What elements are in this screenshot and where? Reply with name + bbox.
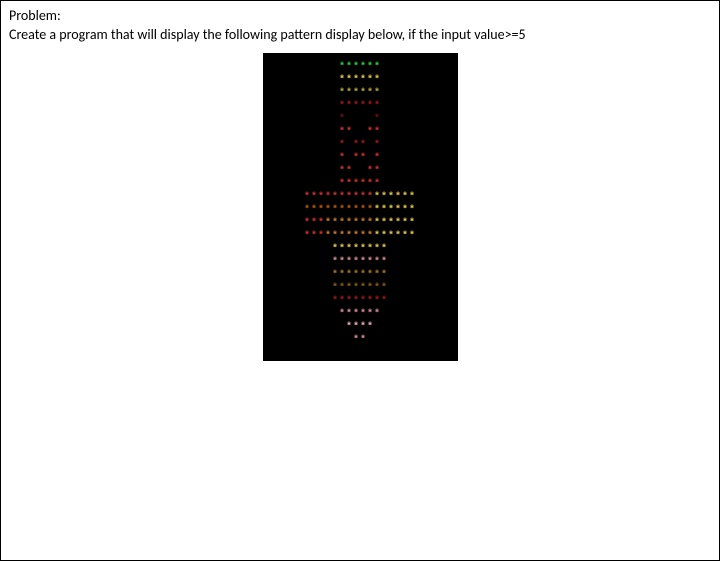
pattern-segment: ****** (339, 61, 381, 74)
pattern-row: ******** (263, 256, 458, 269)
pattern-segment: ****** (339, 100, 381, 113)
pattern-row: * ** * (263, 139, 458, 152)
pattern-segment: ******* (325, 217, 374, 230)
pattern-segment: ** ** (339, 126, 381, 139)
pattern-row: **************** (263, 204, 458, 217)
pattern-row: ******** (263, 269, 458, 282)
pattern-segment: ****** (374, 217, 416, 230)
pattern-row: **************** (263, 191, 458, 204)
pattern-row: ******** (263, 295, 458, 308)
pattern-segment: ****** (339, 74, 381, 87)
pattern-row: * ** * (263, 152, 458, 165)
pattern-segment: ******** (332, 269, 388, 282)
pattern-row: ** ** (263, 126, 458, 139)
pattern-segment: * * (339, 113, 381, 126)
pattern-row: ****** (263, 308, 458, 321)
pattern-segment: * ** * (339, 152, 381, 165)
pattern-segment: ********** (304, 191, 374, 204)
pattern-segment: ******** (332, 282, 388, 295)
page-container: Problem: Create a program that will disp… (0, 0, 720, 561)
pattern-segment: ********** (304, 204, 374, 217)
pattern-row: **** (263, 321, 458, 334)
pattern-segment: ** ** (339, 165, 381, 178)
pattern-segment: ****** (374, 204, 416, 217)
pattern-row: ** ** (263, 165, 458, 178)
pattern-segment: * ** * (339, 139, 381, 152)
pattern-row: ****** (263, 178, 458, 191)
pattern-row: ****** (263, 87, 458, 100)
pattern-row: ****** (263, 61, 458, 74)
console-wrapper: ************************* *** *** ** ** … (9, 53, 711, 361)
pattern-segment: ******* (325, 230, 374, 243)
pattern-segment: ****** (339, 87, 381, 100)
pattern-segment: *** (304, 217, 325, 230)
problem-label: Problem: (9, 7, 711, 24)
pattern-segment: ** (353, 334, 367, 347)
pattern-row: ****** (263, 74, 458, 87)
pattern-row: * * (263, 113, 458, 126)
pattern-segment: ******** (332, 295, 388, 308)
pattern-segment: ****** (374, 230, 416, 243)
pattern-segment: *** (304, 230, 325, 243)
pattern-segment: ******** (332, 243, 388, 256)
pattern-row: ******** (263, 282, 458, 295)
pattern-row: ****** (263, 100, 458, 113)
pattern-row: **************** (263, 230, 458, 243)
pattern-segment: ****** (374, 191, 416, 204)
pattern-segment: ******** (332, 256, 388, 269)
console-output: ************************* *** *** ** ** … (263, 53, 458, 361)
pattern-segment: ****** (339, 308, 381, 321)
pattern-row: ******** (263, 243, 458, 256)
problem-text: Create a program that will display the f… (9, 26, 711, 43)
pattern-row: ** (263, 334, 458, 347)
pattern-segment: ****** (339, 178, 381, 191)
pattern-row: **************** (263, 217, 458, 230)
pattern-segment: **** (346, 321, 374, 334)
